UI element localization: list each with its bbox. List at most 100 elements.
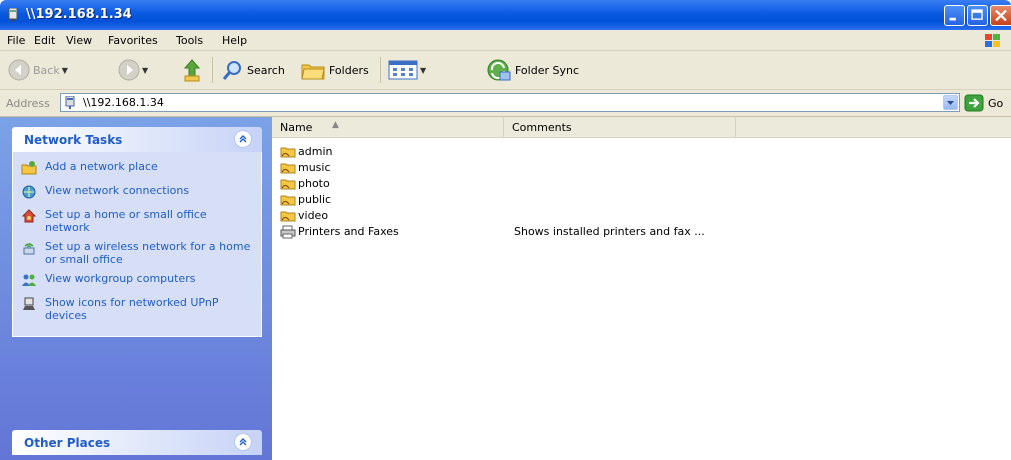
folders-label: Folders [329, 63, 369, 77]
collapse-button[interactable] [234, 130, 252, 148]
task-pane: Network Tasks Add a network place View n… [0, 117, 272, 460]
task-setup-home-network[interactable]: Set up a home or small office network [13, 208, 261, 234]
folder-sync-button[interactable]: Folder Sync [484, 57, 579, 83]
other-places-title: Other Places [24, 436, 111, 450]
search-button[interactable]: Search [222, 57, 285, 83]
item-name: Printers and Faxes [298, 225, 399, 238]
up-folder-button[interactable] [182, 57, 202, 83]
task-label: Show icons for networked UPnP devices [45, 296, 219, 322]
views-icon [388, 60, 418, 80]
list-item[interactable]: video [280, 208, 1000, 224]
file-list: Name ▲ Comments admin music photo public… [272, 117, 1011, 460]
menu-favorites[interactable]: Favorites [108, 34, 158, 47]
views-button[interactable]: ▼ [388, 57, 426, 83]
address-dropdown-button[interactable] [943, 95, 958, 110]
item-name: photo [298, 177, 330, 190]
task-label: Set up a home or small office network [45, 208, 207, 234]
toolbar-divider [212, 57, 213, 83]
item-name: admin [298, 145, 333, 158]
other-places-header[interactable]: Other Places [12, 430, 262, 455]
task-label: View workgroup computers [45, 272, 196, 285]
menu-help[interactable]: Help [222, 34, 247, 47]
wireless-network-icon [23, 243, 35, 255]
go-button-label[interactable]: Go [988, 97, 1003, 110]
shared-folder-icon [280, 195, 296, 206]
up-arrow-icon [183, 59, 201, 82]
title-bar[interactable]: \\192.168.1.34 [0, 0, 1011, 30]
item-name: public [298, 193, 332, 206]
address-value: \\192.168.1.34 [83, 96, 164, 109]
network-tasks-header[interactable]: Network Tasks [12, 127, 262, 152]
toolbar-divider [380, 57, 381, 83]
list-item[interactable]: admin [280, 144, 1000, 160]
chevron-down-icon: ▼ [142, 65, 149, 75]
printers-faxes-icon [280, 225, 296, 239]
item-comment: Shows installed printers and fax ... [514, 225, 705, 238]
list-item[interactable]: Printers and Faxes Shows installed print… [280, 224, 1000, 240]
folders-icon [301, 64, 325, 80]
column-header-name[interactable]: Name ▲ [272, 117, 504, 137]
network-tasks-title: Network Tasks [24, 133, 123, 147]
explorer-window: \\192.168.1.34 File Edit View Favorites … [0, 0, 1011, 460]
task-label: Add a network place [45, 160, 158, 173]
item-name: video [298, 209, 329, 222]
menu-bar: File Edit View Favorites Tools Help [0, 30, 1011, 51]
minimize-icon [949, 17, 956, 21]
network-connections-icon [22, 185, 36, 199]
forward-button[interactable]: ▼ [118, 57, 148, 83]
maximize-button[interactable] [967, 5, 988, 26]
chevron-down-icon: ▼ [61, 65, 68, 75]
shared-folder-icon [280, 163, 296, 174]
address-input[interactable]: \\192.168.1.34 [60, 93, 960, 112]
windows-logo-icon [985, 34, 1000, 47]
other-places-panel: Other Places [12, 430, 262, 455]
sort-ascending-icon: ▲ [332, 120, 339, 130]
chevron-down-icon [947, 101, 954, 105]
collapse-button[interactable] [234, 433, 252, 451]
back-arrow-icon [8, 59, 30, 81]
network-tasks-panel: Network Tasks Add a network place View n… [12, 127, 262, 337]
back-button[interactable]: Back ▼ [8, 57, 68, 83]
task-show-upnp-devices[interactable]: Show icons for networked UPnP devices [13, 296, 261, 322]
minimize-button[interactable] [944, 5, 965, 26]
shared-folder-icon [280, 179, 296, 190]
menu-file[interactable]: File [7, 34, 25, 47]
task-label: Set up a wireless network for a home or … [45, 240, 251, 266]
standard-toolbar: Back ▼ ▼ Search Folders ▼ Folder Sync [0, 51, 1011, 90]
column-header-row: Name ▲ Comments [272, 117, 1011, 138]
column-comments-label: Comments [512, 121, 572, 134]
task-view-network-connections[interactable]: View network connections [13, 184, 261, 202]
maximize-icon [971, 9, 983, 20]
task-label: View network connections [45, 184, 190, 197]
task-add-network-place[interactable]: Add a network place [13, 160, 261, 178]
chevron-down-icon: ▼ [420, 65, 427, 75]
go-arrow-icon[interactable] [964, 94, 984, 112]
search-label: Search [247, 63, 285, 77]
upnp-devices-icon [23, 297, 35, 310]
list-item[interactable]: photo [280, 176, 1000, 192]
workgroup-computers-icon [22, 274, 36, 286]
list-item[interactable]: public [280, 192, 1000, 208]
column-header-comments[interactable]: Comments [504, 117, 736, 137]
menu-tools[interactable]: Tools [176, 34, 203, 47]
search-icon [222, 61, 241, 80]
close-icon [995, 9, 1007, 22]
task-view-workgroup-computers[interactable]: View workgroup computers [13, 272, 261, 290]
close-button[interactable] [990, 5, 1011, 26]
network-drive-icon [65, 96, 75, 109]
add-network-place-icon [21, 161, 37, 175]
double-chevron-up-icon [239, 135, 247, 143]
list-item[interactable]: music [280, 160, 1000, 176]
menu-view[interactable]: View [66, 34, 92, 47]
window-title: \\192.168.1.34 [26, 7, 132, 22]
folders-button[interactable]: Folders [300, 57, 369, 83]
network-drive-icon [8, 8, 18, 22]
menu-edit[interactable]: Edit [34, 34, 55, 47]
folder-sync-icon [487, 59, 511, 81]
address-bar: Address \\192.168.1.34 Go [0, 90, 1011, 117]
home-network-icon [21, 209, 37, 223]
shared-folder-icon [280, 211, 296, 222]
task-setup-wireless-network[interactable]: Set up a wireless network for a home or … [13, 240, 261, 266]
column-name-label: Name [280, 121, 313, 134]
network-tasks-body: Add a network place View network connect… [12, 152, 262, 337]
